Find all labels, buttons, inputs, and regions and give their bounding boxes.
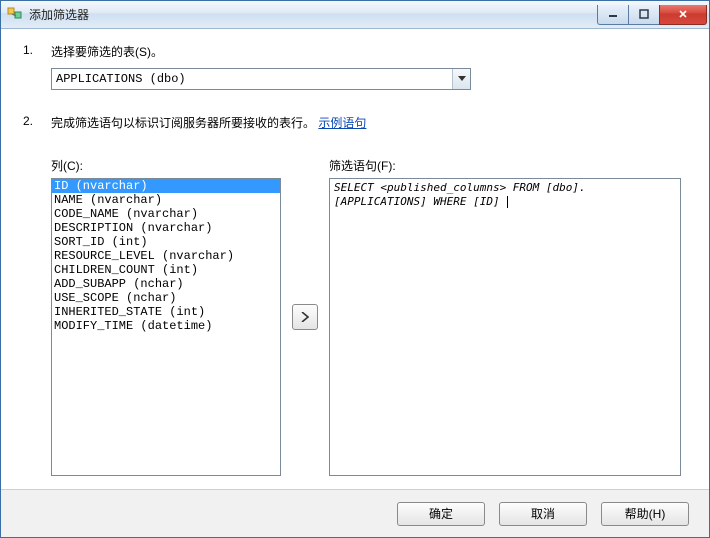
help-button[interactable]: 帮助(H) (601, 502, 689, 526)
table-select-combo[interactable]: APPLICATIONS (dbo) (51, 68, 471, 90)
titlebar[interactable]: 添加筛选器 (1, 1, 709, 29)
dialog-window: 添加筛选器 1. 选择要筛选的表(S)。 APPLICATIONS (dbo) (0, 0, 710, 538)
step-2-text: 完成筛选语句以标识订阅服务器所要接收的表行。 示例语句 (51, 114, 687, 131)
step-2-number: 2. (23, 114, 51, 476)
list-item[interactable]: ADD_SUBAPP (nchar) (52, 277, 280, 291)
list-item[interactable]: USE_SCOPE (nchar) (52, 291, 280, 305)
list-item[interactable]: NAME (nvarchar) (52, 193, 280, 207)
list-item[interactable]: ID (nvarchar) (52, 179, 280, 193)
ok-button[interactable]: 确定 (397, 502, 485, 526)
list-item[interactable]: RESOURCE_LEVEL (nvarchar) (52, 249, 280, 263)
button-bar: 确定 取消 帮助(H) (1, 489, 709, 537)
example-statement-link[interactable]: 示例语句 (318, 116, 366, 130)
list-item[interactable]: SORT_ID (int) (52, 235, 280, 249)
step-1-text: 选择要筛选的表(S)。 (51, 43, 687, 60)
step-1-number: 1. (23, 43, 51, 90)
content-area: 1. 选择要筛选的表(S)。 APPLICATIONS (dbo) 2. 完成筛… (1, 29, 709, 489)
list-item[interactable]: DESCRIPTION (nvarchar) (52, 221, 280, 235)
list-item[interactable]: CODE_NAME (nvarchar) (52, 207, 280, 221)
columns-label: 列(C): (51, 157, 281, 174)
add-column-button[interactable] (292, 304, 318, 330)
step-2-text-prefix: 完成筛选语句以标识订阅服务器所要接收的表行。 (51, 116, 315, 130)
columns-listbox[interactable]: ID (nvarchar)NAME (nvarchar)CODE_NAME (n… (51, 178, 281, 476)
filter-label: 筛选语句(F): (329, 157, 681, 174)
window-controls (598, 5, 707, 25)
table-select-value: APPLICATIONS (dbo) (56, 72, 186, 86)
window-title: 添加筛选器 (29, 6, 89, 23)
close-button[interactable] (659, 5, 707, 25)
list-item[interactable]: MODIFY_TIME (datetime) (52, 319, 280, 333)
maximize-button[interactable] (628, 5, 660, 25)
app-icon (7, 7, 23, 23)
step-1: 1. 选择要筛选的表(S)。 APPLICATIONS (dbo) (23, 43, 687, 90)
step-2: 2. 完成筛选语句以标识订阅服务器所要接收的表行。 示例语句 列(C): ID … (23, 114, 687, 476)
minimize-button[interactable] (597, 5, 629, 25)
cancel-button[interactable]: 取消 (499, 502, 587, 526)
chevron-down-icon[interactable] (452, 69, 470, 89)
filter-statement-textarea[interactable]: SELECT <published_columns> FROM [dbo].[A… (329, 178, 681, 476)
chevron-right-icon (301, 312, 309, 322)
list-item[interactable]: CHILDREN_COUNT (int) (52, 263, 280, 277)
list-item[interactable]: INHERITED_STATE (int) (52, 305, 280, 319)
filter-statement-text: SELECT <published_columns> FROM [dbo].[A… (334, 181, 586, 208)
